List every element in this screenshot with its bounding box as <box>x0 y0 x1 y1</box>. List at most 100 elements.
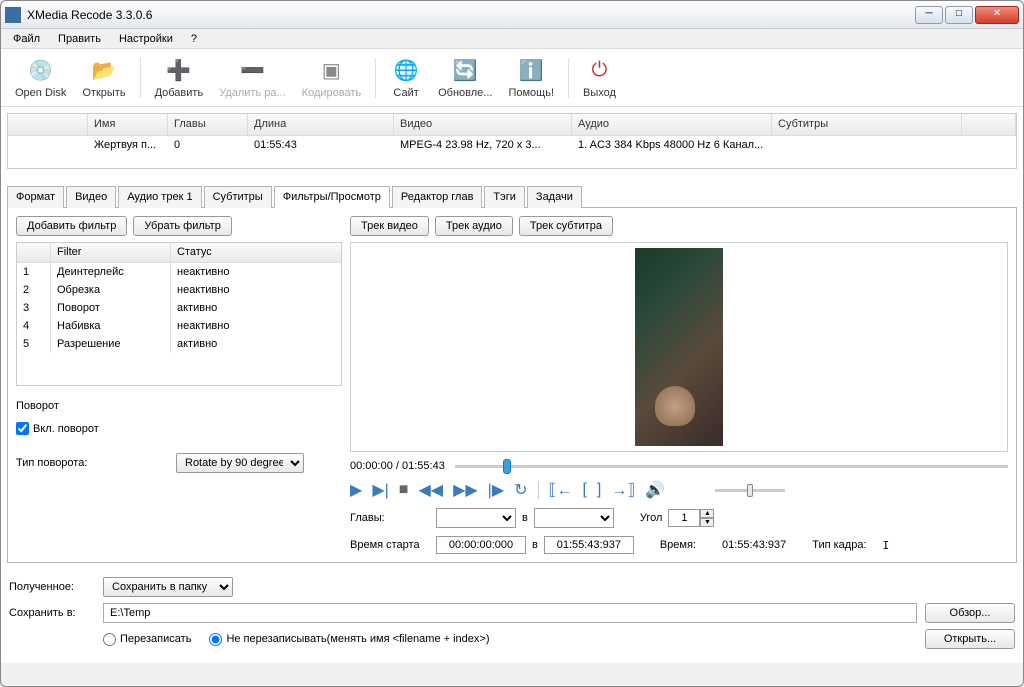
open-button[interactable]: 📂Открыть <box>74 55 133 101</box>
save-in-label: Сохранить в: <box>9 607 95 619</box>
stop-button[interactable]: ■ <box>399 481 409 499</box>
frame-type-value: I <box>883 539 890 552</box>
update-button[interactable]: 🔄Обновле... <box>430 55 500 101</box>
time-display: 00:00:00 / 01:55:43 <box>350 460 445 472</box>
minimize-button[interactable]: ─ <box>915 6 943 24</box>
toolbar: 💿Open Disk 📂Открыть ➕Добавить ➖Удалить р… <box>1 49 1023 107</box>
filter-row[interactable]: 2Обрезканеактивно <box>17 281 341 299</box>
filter-col-name[interactable]: Filter <box>51 243 171 262</box>
output-section: Полученное: Сохранить в папку Сохранить … <box>1 569 1023 663</box>
exit-button[interactable]: ⏻Выход <box>575 55 624 101</box>
overwrite-radio[interactable]: Перезаписать <box>103 633 191 646</box>
app-icon <box>5 7 21 23</box>
forward-button[interactable]: ▶▶ <box>453 480 478 500</box>
open-folder-button[interactable]: Открыть... <box>925 629 1015 649</box>
menu-help[interactable]: ? <box>183 31 205 47</box>
bracket-right-icon[interactable]: ] <box>597 481 601 499</box>
play-button[interactable]: ▶ <box>350 480 362 500</box>
end-time-input[interactable] <box>544 536 634 554</box>
step-button[interactable]: |▶ <box>488 480 504 500</box>
col-length[interactable]: Длина <box>248 114 394 135</box>
close-button[interactable]: ✕ <box>975 6 1019 24</box>
filter-row[interactable]: 4Набивканеактивно <box>17 317 341 335</box>
refresh-icon: 🔄 <box>451 57 479 85</box>
start-time-label: Время старта <box>350 539 430 551</box>
file-row[interactable]: Жертвуя п... 0 01:55:43 MPEG-4 23.98 Hz,… <box>8 136 1016 158</box>
maximize-button[interactable]: □ <box>945 6 973 24</box>
col-audio[interactable]: Аудио <box>572 114 772 135</box>
enable-rotate-checkbox[interactable] <box>16 422 29 435</box>
tab-format[interactable]: Формат <box>7 186 64 208</box>
v-label-2: в <box>532 539 538 551</box>
angle-label: Угол <box>640 512 663 524</box>
remove-button[interactable]: ➖Удалить ра... <box>211 55 293 101</box>
col-name[interactable]: Имя <box>88 114 168 135</box>
received-label: Полученное: <box>9 581 95 593</box>
window-title: XMedia Recode 3.3.0.6 <box>27 8 915 22</box>
exit-icon: ⏻ <box>585 57 613 85</box>
menu-edit[interactable]: Править <box>50 31 109 47</box>
save-path-input[interactable] <box>103 603 917 623</box>
frame-type-label: Тип кадра: <box>812 539 866 551</box>
help-button[interactable]: ℹ️Помощь! <box>500 55 562 101</box>
loop-button[interactable]: ↻ <box>514 480 527 500</box>
tab-tags[interactable]: Тэги <box>484 186 525 208</box>
time-value: 01:55:43:937 <box>722 539 786 551</box>
tab-filters[interactable]: Фильтры/Просмотр <box>274 186 390 208</box>
col-video[interactable]: Видео <box>394 114 572 135</box>
remove-filter-button[interactable]: Убрать фильтр <box>133 216 232 236</box>
filter-row[interactable]: 1Деинтерлейснеактивно <box>17 263 341 281</box>
received-select[interactable]: Сохранить в папку <box>103 577 233 597</box>
globe-icon: 🌐 <box>392 57 420 85</box>
browse-button[interactable]: Обзор... <box>925 603 1015 623</box>
menu-bar: Файл Править Настройки ? <box>1 29 1023 49</box>
menu-file[interactable]: Файл <box>5 31 48 47</box>
mark-out-button[interactable]: →⟧ <box>611 480 635 500</box>
tab-subs[interactable]: Субтитры <box>204 186 272 208</box>
track-audio-button[interactable]: Трек аудио <box>435 216 513 236</box>
track-video-button[interactable]: Трек видео <box>350 216 429 236</box>
mark-in-button[interactable]: ⟦← <box>549 480 573 500</box>
encode-icon: ▣ <box>317 57 345 85</box>
add-button[interactable]: ➕Добавить <box>147 55 212 101</box>
disk-icon: 💿 <box>27 57 55 85</box>
next-button[interactable]: ▶| <box>372 480 388 500</box>
angle-spinner[interactable]: ▲▼ <box>668 509 718 527</box>
tab-chapters[interactable]: Редактор глав <box>392 186 483 208</box>
filter-col-status[interactable]: Статус <box>171 243 271 262</box>
tab-bar: Формат Видео Аудио трек 1 Субтитры Фильт… <box>7 185 1017 208</box>
chapter-to-select[interactable] <box>534 508 614 528</box>
track-subs-button[interactable]: Трек субтитра <box>519 216 613 236</box>
enable-rotate-label: Вкл. поворот <box>33 423 99 435</box>
filter-row[interactable]: 5Разрешениеактивно <box>17 335 341 353</box>
title-bar: XMedia Recode 3.3.0.6 ─ □ ✕ <box>1 1 1023 29</box>
volume-button[interactable]: 🔊 <box>645 480 665 500</box>
menu-settings[interactable]: Настройки <box>111 31 181 47</box>
add-filter-button[interactable]: Добавить фильтр <box>16 216 127 236</box>
chapters-label: Главы: <box>350 512 430 524</box>
tab-audio[interactable]: Аудио трек 1 <box>118 186 201 208</box>
plus-icon: ➕ <box>165 57 193 85</box>
site-button[interactable]: 🌐Сайт <box>382 55 430 101</box>
bracket-left-icon[interactable]: [ <box>582 481 586 499</box>
tab-video[interactable]: Видео <box>66 186 116 208</box>
v-label-1: в <box>522 512 528 524</box>
rewind-button[interactable]: ◀◀ <box>418 480 443 500</box>
start-time-input[interactable] <box>436 536 526 554</box>
help-icon: ℹ️ <box>517 57 545 85</box>
col-chapters[interactable]: Главы <box>168 114 248 135</box>
no-overwrite-radio[interactable]: Не перезаписывать(менять имя <filename +… <box>209 633 489 646</box>
folder-icon: 📂 <box>90 57 118 85</box>
col-subs[interactable]: Субтитры <box>772 114 962 135</box>
tab-tasks[interactable]: Задачи <box>527 186 582 208</box>
file-list: Имя Главы Длина Видео Аудио Субтитры Жер… <box>7 113 1017 169</box>
preview-frame <box>635 248 723 446</box>
seek-slider[interactable] <box>455 465 1008 468</box>
chapter-from-select[interactable] <box>436 508 516 528</box>
open-disk-button[interactable]: 💿Open Disk <box>7 55 74 101</box>
filter-panel: Добавить фильтр Убрать фильтр Filter Ста… <box>7 208 1017 563</box>
encode-button[interactable]: ▣Кодировать <box>294 55 369 101</box>
filter-row[interactable]: 3Поворотактивно <box>17 299 341 317</box>
volume-slider[interactable] <box>715 489 785 492</box>
rotate-type-select[interactable]: Rotate by 90 degrees <box>176 453 304 473</box>
